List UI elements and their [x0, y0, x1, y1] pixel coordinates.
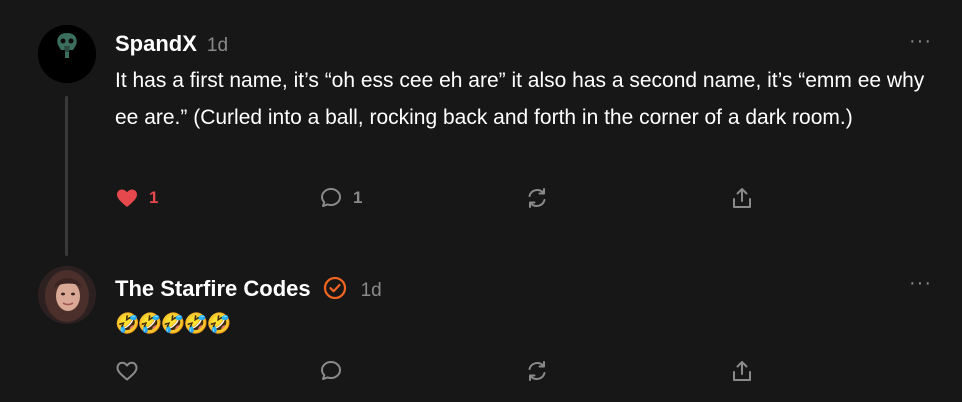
share-button[interactable] [730, 359, 754, 383]
restack-button[interactable] [525, 186, 549, 210]
comment-header: SpandX 1d [115, 31, 228, 57]
like-count: 1 [149, 188, 159, 207]
avatar[interactable] [38, 266, 96, 324]
heart-filled-icon [117, 189, 137, 207]
comment-header: The Starfire Codes 1d [115, 272, 382, 302]
more-options-button[interactable]: ··· [909, 30, 932, 53]
share-upload-icon [733, 188, 751, 208]
timestamp[interactable]: 1d [361, 280, 382, 302]
restack-button[interactable] [525, 359, 549, 383]
share-upload-icon [733, 361, 751, 381]
thread-line [65, 96, 68, 256]
author-name[interactable]: SpandX [115, 31, 197, 57]
reply-button[interactable] [319, 359, 343, 383]
refresh-icon [528, 361, 546, 381]
heart-outline-icon [116, 361, 138, 381]
like-button[interactable] [115, 359, 139, 383]
timestamp[interactable]: 1d [207, 35, 228, 57]
reply-button[interactable]: 1 [319, 186, 362, 210]
comment-body: It has a first name, it’s “oh ess cee eh… [115, 69, 925, 129]
avatar[interactable] [38, 25, 96, 83]
speech-bubble-icon [321, 188, 341, 207]
verified-badge-icon [323, 276, 346, 300]
profile-photo-icon [38, 266, 96, 324]
like-button[interactable]: 1 [115, 186, 158, 210]
share-button[interactable] [730, 186, 754, 210]
skull-mask-avatar-icon [38, 25, 96, 83]
speech-bubble-icon [321, 361, 341, 380]
comment-body: 🤣🤣🤣🤣🤣 [115, 313, 232, 335]
more-options-button[interactable]: ··· [909, 272, 932, 295]
reply-count: 1 [353, 188, 363, 207]
refresh-icon [528, 188, 546, 208]
author-name[interactable]: The Starfire Codes [115, 276, 311, 302]
